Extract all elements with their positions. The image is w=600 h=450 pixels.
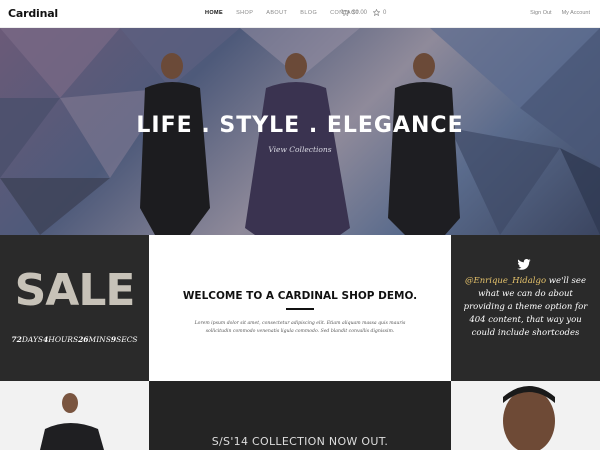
countdown-days: 72 [11,335,22,344]
welcome-body: Lorem ipsum dolor sit amet, consectetur … [194,321,406,334]
welcome-tile: WELCOME TO A CARDINAL SHOP DEMO. Lorem i… [149,235,451,381]
cart-total: $0.00 [352,9,368,16]
model-figure-right [388,53,460,235]
collection-banner[interactable]: S/S'14 COLLECTION NOW OUT. [149,381,451,450]
sale-label: SALE [14,265,136,316]
nav-blog[interactable]: BLOG [300,10,317,16]
account-links: Sign Out My Account [530,10,590,16]
site-logo[interactable]: Cardinal [8,7,58,20]
countdown-secs-unit: SECS [116,335,138,344]
countdown-mins: 26 [78,335,89,344]
tweet-handle-link[interactable]: @Enrique_Hidalgo [465,276,546,286]
model-photo-right [503,386,555,450]
nav-shop[interactable]: SHOP [236,10,253,16]
wishlist-count: 0 [383,9,387,16]
wishlist-link[interactable]: 0 [373,9,386,16]
product-image-left[interactable] [0,381,149,450]
tweet-text: @Enrique_Hidalgo we'll see what we can d… [463,275,588,340]
product-image-right[interactable] [451,381,600,450]
hero-banner: LIFE . STYLE . ELEGANCE View Collections [0,28,600,235]
model-figure-center [245,53,350,235]
welcome-title: WELCOME TO A CARDINAL SHOP DEMO. [182,290,418,302]
hero-title: LIFE . STYLE . ELEGANCE [136,113,464,138]
countdown-hours-unit: HOURS [48,335,79,344]
twitter-icon [517,259,531,270]
countdown-mins-unit: MINS [88,335,111,344]
collection-title: S/S'14 COLLECTION NOW OUT. [211,435,389,448]
twitter-tile: @Enrique_Hidalgo we'll see what we can d… [451,235,600,381]
sale-countdown: 72DAYS4HOURS26MINS9SECS [0,335,149,344]
countdown-days-unit: DAYS [21,335,44,344]
sign-out-link[interactable]: Sign Out [530,10,551,16]
title-divider [286,308,314,310]
model-photo-left [40,393,104,450]
cart-icon [341,9,349,16]
nav-about[interactable]: ABOUT [266,10,287,16]
cart-link[interactable]: $0.00 [341,9,367,16]
nav-home[interactable]: HOME [205,10,223,16]
star-icon [373,9,380,16]
top-navbar: Cardinal HOME SHOP ABOUT BLOG CONTACT $0… [0,0,600,28]
view-collections-link[interactable]: View Collections [0,145,600,154]
sale-tile[interactable]: SALE 72DAYS4HOURS26MINS9SECS [0,235,149,381]
my-account-link[interactable]: My Account [562,10,590,16]
